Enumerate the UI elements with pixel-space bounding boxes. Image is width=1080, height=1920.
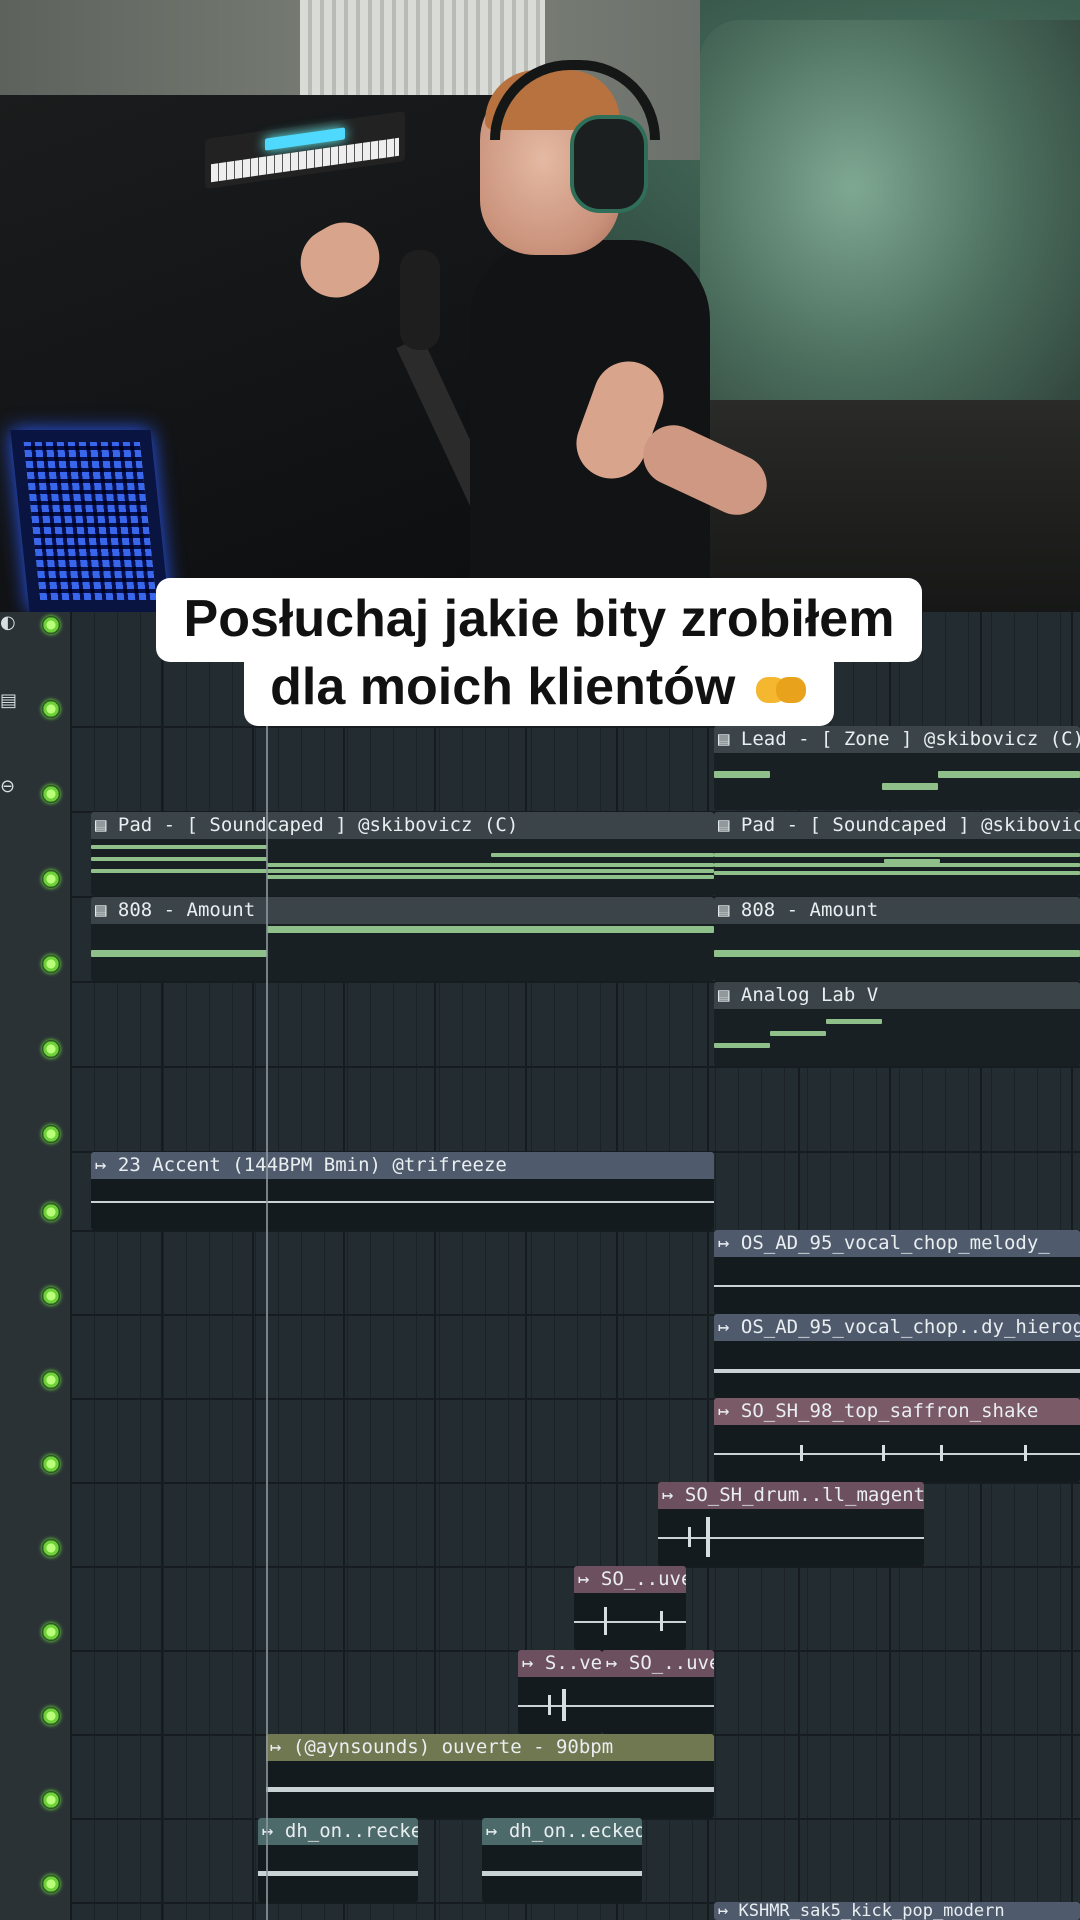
audio-clip-icon: ↦ <box>606 1652 629 1674</box>
audio-clip[interactable]: ↦ OS_AD_95_vocal_chop_melody_ <box>714 1230 1080 1314</box>
mute-button[interactable] <box>42 870 60 888</box>
audio-clip[interactable]: ↦ 23 Accent (144BPM Bmin) @trifreeze <box>91 1152 714 1230</box>
mute-button[interactable] <box>42 1455 60 1473</box>
pattern-icon: ▤ <box>95 899 118 921</box>
automation-icon: ⊖ <box>0 776 16 797</box>
mute-button[interactable] <box>42 1623 60 1641</box>
clip-label: dh_on..recked <box>284 1820 418 1842</box>
clip-label: Pad - [ Soundcaped ] @skibovicz <box>740 814 1080 836</box>
mute-button[interactable] <box>42 1707 60 1725</box>
audio-clip-icon: ↦ <box>718 1316 741 1338</box>
clip-label: SO_SH_98_top_saffron_shake <box>740 1400 1039 1422</box>
audio-clip[interactable]: ↦ (@aynsounds) ouverte - 90bpm <box>266 1734 714 1818</box>
audio-clip-icon: ↦ <box>578 1568 601 1590</box>
mute-button[interactable] <box>42 700 60 718</box>
caption-text: Posłuchaj jakie bity zrobiłem <box>183 590 895 648</box>
mute-button[interactable] <box>42 1125 60 1143</box>
daw-playlist: ◐ ▤ ⊖ ▤ Lead - [ Zone ] @skibovicz (C) ▤… <box>0 612 1080 1920</box>
clip-label: SO_..uve <box>628 1652 714 1674</box>
pattern-icon: ▤ <box>718 814 741 836</box>
laptop <box>10 430 170 612</box>
clip-label: 808 - Amount <box>117 899 256 921</box>
pattern-clip[interactable]: ▤ Pad - [ Soundcaped ] @skibovicz <box>714 812 1080 896</box>
clip-label: Pad - [ Soundcaped ] @skibovicz (C) <box>117 814 519 836</box>
mute-button[interactable] <box>42 785 60 803</box>
clip-label: OS_AD_95_vocal_chop_melody_ <box>740 1232 1050 1254</box>
clip-label: KSHMR_sak5_kick_pop_modern <box>738 1902 1005 1920</box>
mute-button[interactable] <box>42 1791 60 1809</box>
clip-label: OS_AD_95_vocal_chop..dy_hieroglyp <box>740 1316 1080 1338</box>
audio-clip-icon: ↦ <box>522 1652 545 1674</box>
lane-separator <box>72 1482 1080 1484</box>
handshake-icon <box>755 671 808 709</box>
mute-button[interactable] <box>42 1040 60 1058</box>
track-header-column: ◐ ▤ ⊖ <box>0 612 72 1920</box>
audio-clip[interactable]: ↦ OS_AD_95_vocal_chop..dy_hieroglyp <box>714 1314 1080 1398</box>
pattern-clip[interactable]: ▤ Analog Lab V <box>714 982 1080 1066</box>
audio-clip[interactable]: ↦ dh_on..ecked <box>482 1818 642 1902</box>
headphones-icon <box>570 115 648 213</box>
pattern-clip[interactable]: ▤ Lead - [ Zone ] @skibovicz (C) <box>714 726 1080 810</box>
audio-clip[interactable]: ↦ KSHMR_sak5_kick_pop_modern <box>714 1902 1080 1920</box>
clip-label: dh_on..ecked <box>508 1820 642 1842</box>
clip-label: SO_..uve <box>600 1568 686 1590</box>
clip-label: S..ve <box>544 1652 602 1674</box>
audio-clip[interactable]: ↦ SO_SH_drum..ll_magenta <box>658 1482 924 1566</box>
mute-button[interactable] <box>42 616 60 634</box>
bed <box>700 20 1080 440</box>
webcam-photo <box>0 0 1080 612</box>
audio-clip-icon: ↦ <box>662 1484 685 1506</box>
mute-button[interactable] <box>42 1371 60 1389</box>
track-type-icon: ◐ <box>0 612 16 633</box>
audio-clip[interactable]: ↦ dh_on..recked <box>258 1818 418 1902</box>
pattern-clip[interactable]: ▤ 808 - Amount <box>714 897 1080 981</box>
clip-label: 808 - Amount <box>740 899 879 921</box>
mute-button[interactable] <box>42 1287 60 1305</box>
mute-button[interactable] <box>42 955 60 973</box>
pattern-icon: ▤ <box>718 728 741 750</box>
audio-clip-icon: ↦ <box>486 1820 509 1842</box>
mute-button[interactable] <box>42 1203 60 1221</box>
playhead[interactable] <box>266 612 268 1920</box>
pattern-icon: ▤ <box>718 899 741 921</box>
clip-label: SO_SH_drum..ll_magenta <box>684 1484 924 1506</box>
audio-clip-icon: ↦ <box>95 1154 118 1176</box>
clip-label: Analog Lab V <box>740 984 879 1006</box>
pattern-clip[interactable]: ▤ 808 - Amount <box>91 897 714 981</box>
audio-clip[interactable]: ↦ S..ve <box>518 1650 602 1734</box>
audio-clip-icon: ↦ <box>718 1902 739 1920</box>
clip-label: (@aynsounds) ouverte - 90bpm <box>292 1736 614 1758</box>
clip-label: Lead - [ Zone ] @skibovicz (C) <box>740 728 1080 750</box>
pattern-clip[interactable]: ▤ Pad - [ Soundcaped ] @skibovicz (C) <box>91 812 714 896</box>
clip-label: 23 Accent (144BPM Bmin) @trifreeze <box>117 1154 507 1176</box>
caption-text: dla moich klientów <box>270 658 736 716</box>
mute-button[interactable] <box>42 1539 60 1557</box>
audio-clip-icon: ↦ <box>270 1736 293 1758</box>
audio-clip-icon: ↦ <box>718 1232 741 1254</box>
mute-button[interactable] <box>42 1875 60 1893</box>
audio-clip-icon: ↦ <box>718 1400 741 1422</box>
pattern-icon: ▤ <box>0 690 18 711</box>
caption-line-2: dla moich klientów <box>244 648 834 726</box>
pattern-icon: ▤ <box>95 814 118 836</box>
audio-clip[interactable]: ↦ SO_..uve <box>574 1566 686 1650</box>
audio-clip[interactable]: ↦ SO_..uve <box>602 1650 714 1734</box>
lane-separator <box>72 1066 1080 1068</box>
pattern-icon: ▤ <box>718 984 741 1006</box>
audio-clip[interactable]: ↦ SO_SH_98_top_saffron_shake <box>714 1398 1080 1482</box>
person <box>420 40 750 612</box>
